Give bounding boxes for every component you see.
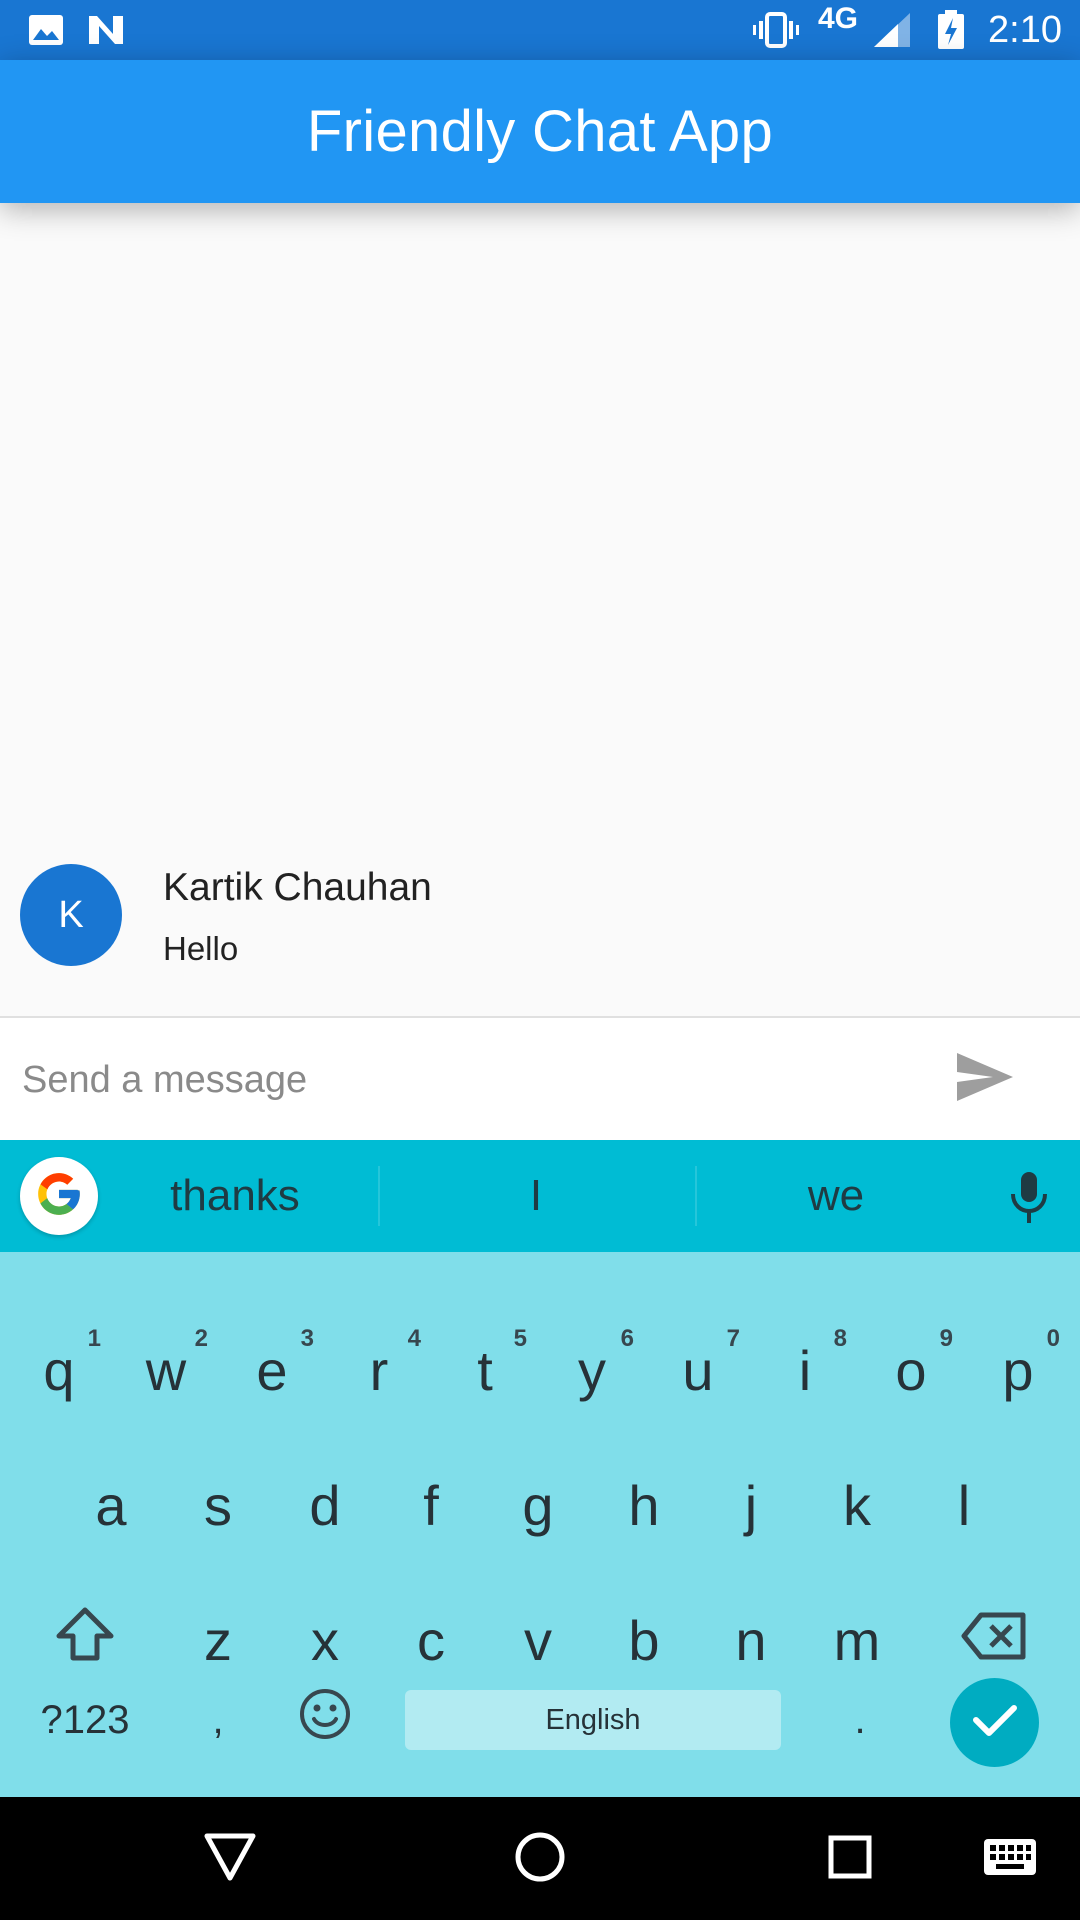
- key-q[interactable]: q1: [9, 1315, 109, 1425]
- send-icon: [955, 1053, 1015, 1107]
- key-y[interactable]: y6: [542, 1315, 642, 1425]
- key-label: i: [798, 1338, 812, 1402]
- recents-square-icon: [826, 1833, 874, 1886]
- enter-key[interactable]: [950, 1678, 1039, 1767]
- suggestion-bar: thanks I we: [0, 1140, 1080, 1252]
- emoji-key[interactable]: [275, 1665, 375, 1775]
- key-hint: 3: [300, 1325, 314, 1352]
- key-label: q: [43, 1338, 75, 1402]
- key-d[interactable]: d: [275, 1450, 375, 1560]
- battery-charging-icon: [936, 10, 966, 49]
- emoji-icon: [298, 1687, 352, 1754]
- suggestion-1[interactable]: thanks: [135, 1166, 335, 1226]
- suggestion-divider: [695, 1166, 697, 1226]
- key-f[interactable]: f: [381, 1450, 481, 1560]
- keyboard-icon: [983, 1838, 1037, 1881]
- key-hint: 6: [620, 1325, 634, 1352]
- key-hint: 0: [1046, 1325, 1060, 1352]
- key-s[interactable]: s: [168, 1450, 268, 1560]
- signal-icon: [872, 12, 912, 48]
- key-hint: 1: [87, 1325, 101, 1352]
- navigation-bar: [0, 1797, 1080, 1920]
- message-item: K Kartik Chauhan Hello: [0, 860, 1080, 1010]
- key-hint: 7: [726, 1325, 740, 1352]
- key-p[interactable]: p0: [968, 1315, 1068, 1425]
- key-hint: 9: [939, 1325, 953, 1352]
- home-button[interactable]: [508, 1827, 572, 1891]
- key-h[interactable]: h: [594, 1450, 694, 1560]
- key-l[interactable]: l: [914, 1450, 1014, 1560]
- app-bar: Friendly Chat App: [0, 60, 1080, 203]
- avatar-initial: K: [58, 893, 84, 936]
- message-composer: [0, 1018, 1080, 1140]
- network-type: 4G: [818, 2, 859, 35]
- period-key[interactable]: .: [810, 1665, 910, 1775]
- key-i[interactable]: i8: [755, 1315, 855, 1425]
- key-k[interactable]: k: [807, 1450, 907, 1560]
- key-j[interactable]: j: [701, 1450, 801, 1560]
- key-label: u: [682, 1338, 714, 1402]
- keyboard-switch-button[interactable]: [972, 1827, 1048, 1891]
- key-label: y: [578, 1338, 606, 1402]
- key-hint: 5: [513, 1325, 527, 1352]
- key-u[interactable]: u7: [648, 1315, 748, 1425]
- back-triangle-icon: [202, 1831, 258, 1888]
- key-hint: 2: [194, 1325, 208, 1352]
- key-e[interactable]: e3: [222, 1315, 322, 1425]
- key-hint: 4: [407, 1325, 421, 1352]
- home-circle-icon: [512, 1829, 568, 1890]
- key-label: r: [369, 1338, 389, 1402]
- key-n[interactable]: n: [701, 1585, 801, 1695]
- key-v[interactable]: v: [488, 1585, 588, 1695]
- google-button[interactable]: [20, 1157, 98, 1235]
- symbols-key[interactable]: ?123: [20, 1665, 150, 1775]
- key-o[interactable]: o9: [861, 1315, 961, 1425]
- avatar: K: [20, 864, 122, 966]
- suggestion-2[interactable]: I: [436, 1166, 636, 1226]
- soft-keyboard: thanks I we q1 w2 e3 r4 t5 y6 u7 i8 o9 p…: [0, 1140, 1080, 1797]
- voice-input-button[interactable]: [1006, 1170, 1052, 1226]
- message-text: Hello: [163, 930, 239, 967]
- key-hint: 8: [833, 1325, 847, 1352]
- key-label: p: [1002, 1338, 1034, 1402]
- recents-button[interactable]: [818, 1827, 882, 1891]
- check-icon: [972, 1702, 1018, 1743]
- key-label: o: [895, 1338, 927, 1402]
- key-c[interactable]: c: [381, 1585, 481, 1695]
- key-w[interactable]: w2: [116, 1315, 216, 1425]
- status-bar: 4G 2:10: [0, 0, 1080, 60]
- message-sender: Kartik Chauhan: [163, 866, 432, 909]
- key-b[interactable]: b: [594, 1585, 694, 1695]
- image-icon: [26, 12, 66, 48]
- message-input[interactable]: [20, 1044, 904, 1116]
- google-g-icon: [34, 1169, 84, 1224]
- back-button[interactable]: [198, 1827, 262, 1891]
- send-button[interactable]: [955, 1051, 1025, 1111]
- key-label: e: [256, 1338, 288, 1402]
- suggestion-3[interactable]: we: [736, 1166, 936, 1226]
- n-notification-icon: [86, 12, 126, 48]
- key-r[interactable]: r4: [329, 1315, 429, 1425]
- vibrate-icon: [752, 12, 800, 48]
- status-time: 2:10: [988, 9, 1062, 51]
- key-a[interactable]: a: [61, 1450, 161, 1560]
- microphone-icon: [1006, 1172, 1052, 1230]
- suggestion-divider: [378, 1166, 380, 1226]
- space-key[interactable]: English: [405, 1690, 781, 1750]
- app-title: Friendly Chat App: [306, 99, 774, 164]
- key-label: t: [477, 1338, 493, 1402]
- key-label: w: [145, 1338, 187, 1402]
- comma-key[interactable]: ,: [168, 1665, 268, 1775]
- backspace-icon: [961, 1608, 1027, 1673]
- key-t[interactable]: t5: [435, 1315, 535, 1425]
- key-g[interactable]: g: [488, 1450, 588, 1560]
